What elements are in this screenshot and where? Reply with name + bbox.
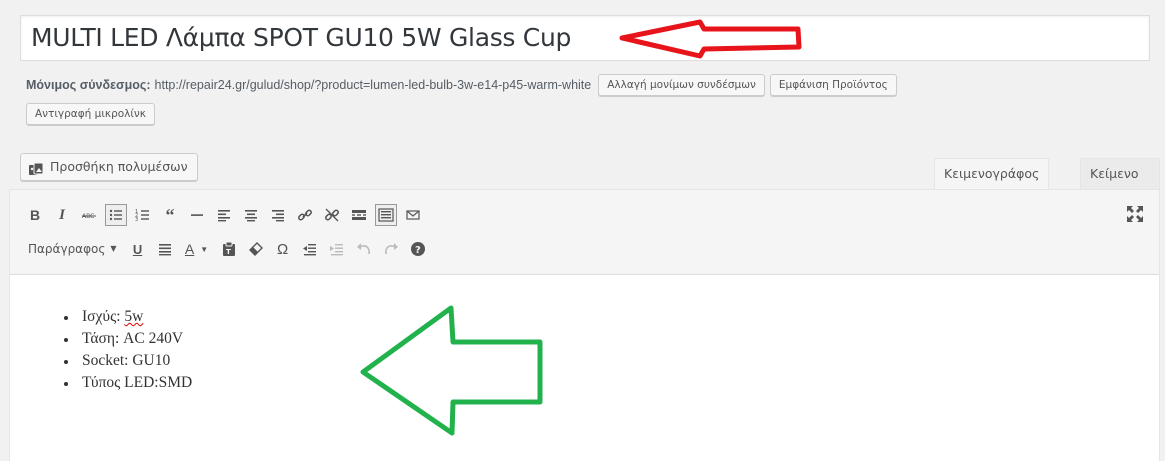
read-more-icon[interactable]: [348, 204, 370, 226]
strikethrough-icon[interactable]: ABC: [78, 204, 100, 226]
toolbar-row-1: B I ABC 123 “: [24, 202, 429, 228]
remove-link-icon[interactable]: [321, 204, 343, 226]
change-permalink-button[interactable]: Αλλαγή μονίμων συνδέσμων: [598, 74, 765, 96]
clear-formatting-icon[interactable]: [245, 238, 267, 260]
numbered-list-icon[interactable]: 123: [132, 204, 154, 226]
outdent-icon[interactable]: [299, 238, 321, 260]
list-item: Ισχύς: 5w: [62, 306, 192, 328]
media-icon: [29, 160, 45, 175]
bold-icon[interactable]: B: [24, 204, 46, 226]
editor-area: B I ABC 123 “: [9, 189, 1160, 461]
paragraph-format-select[interactable]: Παράγραφος ▼: [24, 238, 121, 260]
spec-list: Ισχύς: 5w Τάση: AC 240V Socket: GU10 Τύπ…: [62, 306, 192, 394]
svg-text:3: 3: [135, 217, 138, 223]
indent-icon[interactable]: [326, 238, 348, 260]
permalink-url[interactable]: http://repair24.gr/gulud/shop/?product=l…: [155, 78, 592, 92]
underline-icon[interactable]: U: [127, 238, 149, 260]
view-product-button[interactable]: Εμφάνιση Προϊόντος: [769, 74, 897, 96]
list-item: Socket: GU10: [62, 350, 192, 372]
text-color-icon[interactable]: A ▼: [181, 238, 213, 260]
toolbar-row-2: Παράγραφος ▼ U A ▼ T Ω ?: [24, 236, 434, 262]
misspelled-word: 5w: [124, 308, 144, 325]
svg-text:?: ?: [415, 245, 421, 256]
help-icon[interactable]: ?: [407, 238, 429, 260]
tab-text-editor[interactable]: Κείμενο: [1080, 158, 1160, 190]
svg-text:T: T: [226, 248, 231, 256]
toolbar-toggle-icon[interactable]: [375, 204, 397, 226]
fullscreen-icon[interactable]: [1125, 204, 1145, 224]
editor-content[interactable]: Ισχύς: 5w Τάση: AC 240V Socket: GU10 Τύπ…: [10, 276, 1159, 461]
permalink-row: Μόνιμος σύνδεσμος: http://repair24.gr/gu…: [26, 74, 902, 96]
special-character-icon[interactable]: Ω: [272, 238, 294, 260]
blockquote-icon[interactable]: “: [159, 204, 181, 226]
align-left-icon[interactable]: [213, 204, 235, 226]
paragraph-format-label: Παράγραφος: [28, 242, 106, 256]
paste-as-text-icon[interactable]: T: [218, 238, 240, 260]
copy-shortlink-button[interactable]: Αντιγραφή μικρολίνκ: [26, 103, 155, 125]
horizontal-line-icon[interactable]: [186, 204, 208, 226]
list-item: Τύπος LED:SMD: [62, 372, 192, 394]
post-title-input[interactable]: MULTI LED Λάμπα SPOT GU10 5W Glass Cup: [20, 15, 1150, 61]
bullet-list-icon[interactable]: [105, 204, 127, 226]
editor-toolbar: B I ABC 123 “: [10, 190, 1159, 275]
list-item: Τάση: AC 240V: [62, 328, 192, 350]
italic-icon[interactable]: I: [51, 204, 73, 226]
insert-link-icon[interactable]: [294, 204, 316, 226]
align-center-icon[interactable]: [240, 204, 262, 226]
email-icon[interactable]: [402, 204, 424, 226]
permalink-label: Μόνιμος σύνδεσμος:: [26, 78, 151, 92]
undo-icon[interactable]: [353, 238, 375, 260]
post-editor-page: MULTI LED Λάμπα SPOT GU10 5W Glass Cup Μ…: [0, 0, 1165, 461]
add-media-button[interactable]: Προσθήκη πολυμέσων: [20, 153, 198, 181]
align-right-icon[interactable]: [267, 204, 289, 226]
add-media-label: Προσθήκη πολυμέσων: [50, 159, 188, 174]
redo-icon[interactable]: [380, 238, 402, 260]
justify-icon[interactable]: [154, 238, 176, 260]
tab-visual-editor[interactable]: Κειμενογράφος: [934, 158, 1050, 190]
chevron-down-icon: ▼: [110, 244, 117, 253]
post-title-text: MULTI LED Λάμπα SPOT GU10 5W Glass Cup: [31, 23, 572, 52]
